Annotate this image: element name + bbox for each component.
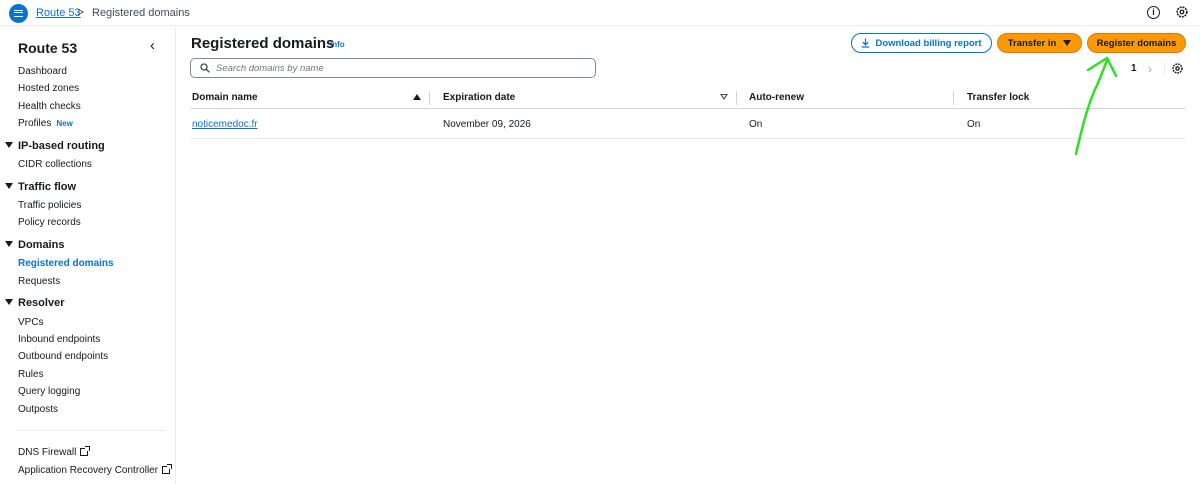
sidebar-title: Route 53 (18, 40, 78, 56)
table-row-divider (190, 138, 1186, 139)
sort-ascending-icon[interactable] (413, 94, 421, 100)
info-icon[interactable]: i (1147, 6, 1160, 19)
side-navigation: Route 53 ‹ Dashboard Hosted zones Health… (0, 27, 176, 484)
sidebar-divider (15, 430, 165, 431)
collapse-sidebar-button[interactable]: ‹ (150, 37, 155, 54)
section-resolver[interactable]: Resolver (5, 297, 64, 309)
info-link[interactable]: Info (330, 40, 345, 49)
button-label: Transfer in (1007, 37, 1057, 49)
sidebar-item-hosted-zones[interactable]: Hosted zones (18, 83, 79, 94)
sidebar-item-label: Profiles (18, 118, 52, 129)
download-icon (862, 38, 870, 48)
column-header-expiration-date[interactable]: Expiration date (443, 92, 515, 103)
button-label: Register domains (1096, 37, 1177, 49)
page-number-button[interactable]: 1 (1131, 63, 1137, 74)
column-resizer[interactable] (953, 91, 954, 105)
sidebar-item-cidr-collections[interactable]: CIDR collections (18, 159, 92, 170)
next-page-button[interactable]: › (1148, 62, 1152, 76)
sidebar-item-health-checks[interactable]: Health checks (18, 101, 81, 112)
sidebar-item-vpcs[interactable]: VPCs (18, 317, 44, 328)
gear-icon[interactable] (1171, 62, 1184, 75)
breadcrumb-separator: > (77, 5, 85, 19)
download-billing-report-button[interactable]: Download billing report (851, 33, 992, 53)
external-link-icon (162, 464, 173, 474)
search-field[interactable] (190, 58, 596, 78)
sort-icon[interactable] (720, 94, 728, 100)
sidebar-item-label: Application Recovery Controller (18, 465, 159, 476)
table-header-divider (190, 108, 1186, 109)
caret-down-icon (1063, 40, 1072, 46)
expiration-date-cell: November 09, 2026 (443, 119, 531, 130)
sidebar-item-inbound-endpoints[interactable]: Inbound endpoints (18, 334, 100, 345)
sidebar-item-outposts[interactable]: Outposts (18, 404, 58, 415)
new-badge: New (56, 119, 73, 128)
caret-down-icon (5, 299, 13, 305)
sidebar-item-label: DNS Firewall (18, 447, 77, 458)
external-link-icon (80, 446, 91, 456)
sidebar-item-outbound-endpoints[interactable]: Outbound endpoints (18, 351, 108, 362)
caret-down-icon (5, 241, 13, 247)
column-header-auto-renew[interactable]: Auto-renew (749, 92, 804, 103)
page-title: Registered domains (191, 35, 335, 52)
section-traffic-flow[interactable]: Traffic flow (5, 181, 76, 193)
section-title: IP-based routing (18, 140, 105, 152)
sidebar-item-traffic-policies[interactable]: Traffic policies (18, 200, 81, 211)
sidebar-item-rules[interactable]: Rules (18, 369, 44, 380)
caret-down-icon (5, 183, 13, 189)
arrow-annotation (1074, 56, 1118, 156)
sidebar-item-dashboard[interactable]: Dashboard (18, 66, 67, 77)
menu-icon[interactable] (9, 4, 28, 23)
column-header-domain-name[interactable]: Domain name (192, 92, 258, 103)
sidebar-item-profiles[interactable]: Profiles New (18, 118, 73, 129)
section-title: Domains (18, 239, 65, 251)
column-resizer[interactable] (736, 91, 737, 105)
top-navigation-bar: Route 53 > Registered domains i (0, 0, 1200, 26)
domain-link[interactable]: noticemedoc.fr (192, 119, 258, 130)
section-title: Traffic flow (18, 181, 77, 193)
transfer-lock-cell: On (967, 119, 981, 130)
section-title: Resolver (18, 297, 65, 309)
sidebar-item-requests[interactable]: Requests (18, 276, 60, 287)
breadcrumb-current: Registered domains (92, 7, 190, 19)
button-label: Download billing report (875, 37, 982, 49)
sidebar-item-query-logging[interactable]: Query logging (18, 386, 80, 397)
sidebar-item-policy-records[interactable]: Policy records (18, 217, 81, 228)
column-resizer[interactable] (429, 91, 430, 105)
section-domains[interactable]: Domains (5, 239, 64, 251)
pagination-divider (1164, 62, 1165, 75)
settings-icon[interactable] (1175, 5, 1189, 19)
sidebar-item-dns-firewall[interactable]: DNS Firewall (18, 446, 91, 458)
search-input[interactable] (216, 62, 576, 74)
column-header-transfer-lock[interactable]: Transfer lock (967, 92, 1029, 103)
sidebar-item-registered-domains[interactable]: Registered domains (18, 258, 114, 269)
search-icon (200, 63, 210, 73)
section-ip-based-routing[interactable]: IP-based routing (5, 140, 105, 152)
caret-down-icon (5, 142, 13, 148)
breadcrumb-route53[interactable]: Route 53 (36, 7, 81, 19)
auto-renew-cell: On (749, 119, 763, 130)
sidebar-item-application-recovery-controller[interactable]: Application Recovery Controller (18, 464, 173, 476)
